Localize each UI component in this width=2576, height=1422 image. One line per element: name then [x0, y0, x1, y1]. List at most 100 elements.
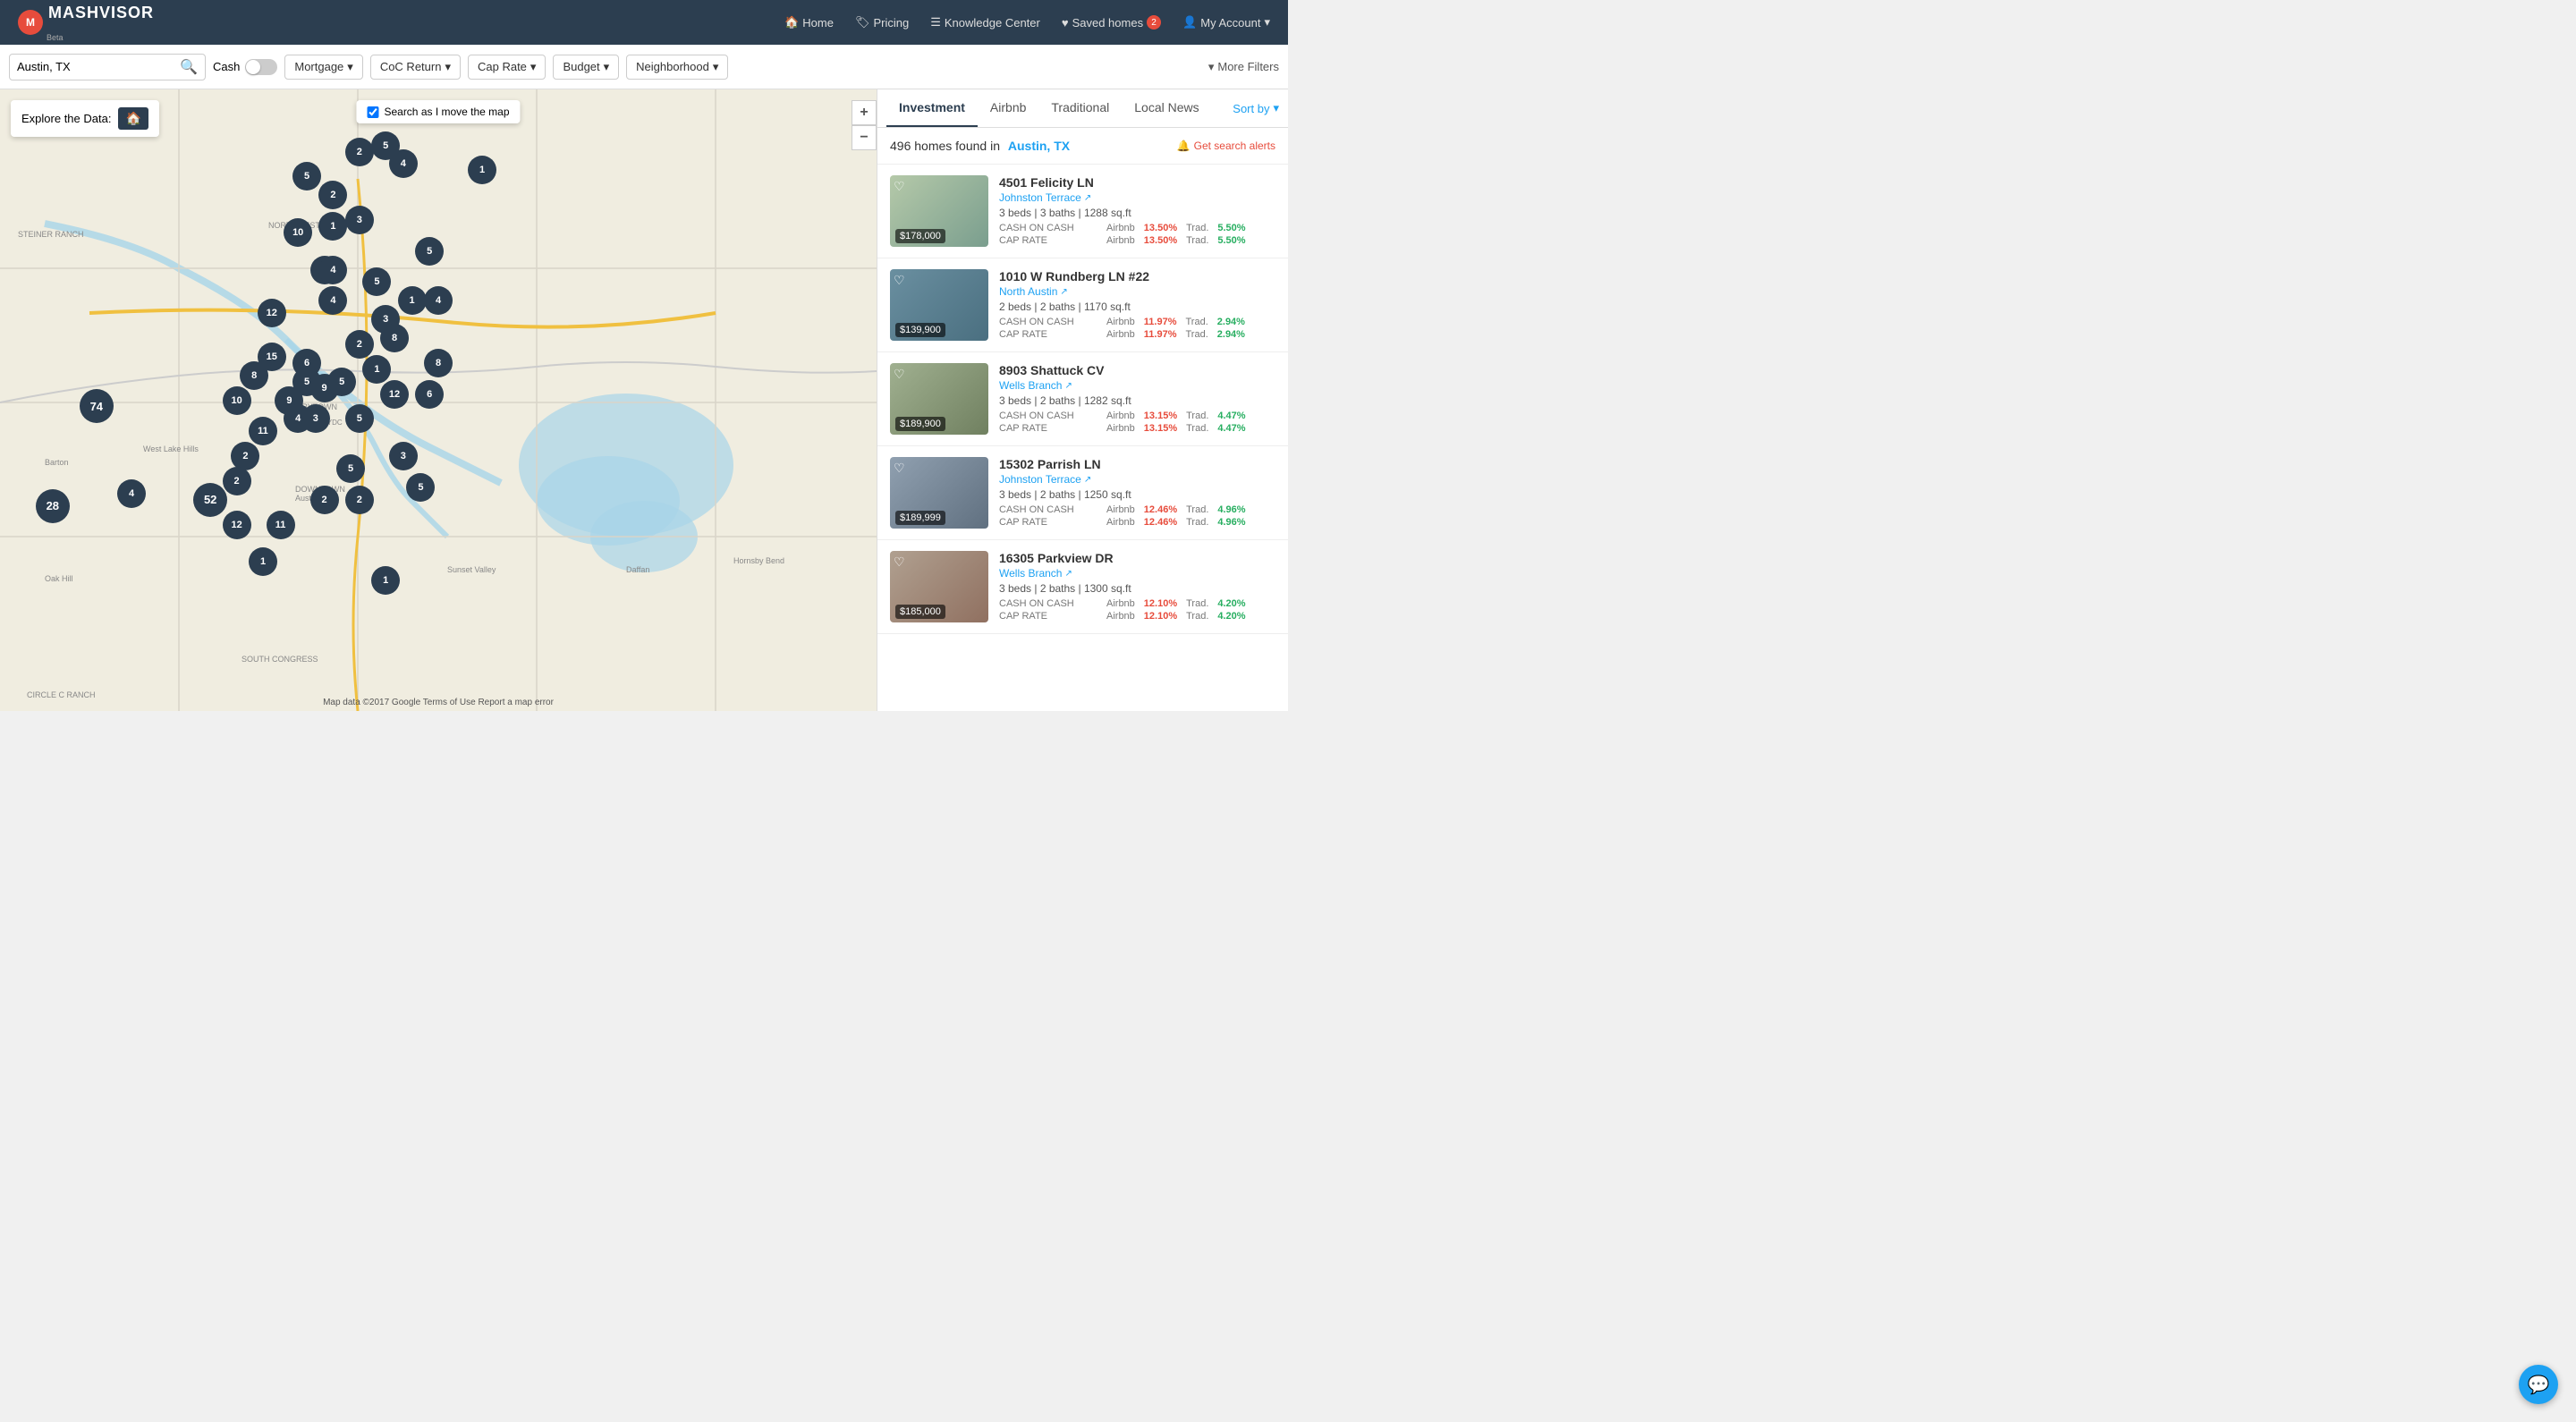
listing-neighborhood[interactable]: Johnston Terrace ↗: [999, 191, 1275, 204]
map-cluster[interactable]: 2: [345, 330, 374, 359]
heart-btn[interactable]: ♡: [894, 179, 905, 194]
map-cluster[interactable]: 1: [371, 566, 400, 595]
coc-return-filter[interactable]: CoC Return ▾: [370, 55, 461, 80]
heart-btn[interactable]: ♡: [894, 461, 905, 476]
map-cluster[interactable]: 12: [223, 511, 251, 539]
map-cluster[interactable]: 1: [318, 212, 347, 241]
map-cluster[interactable]: 2: [345, 486, 374, 514]
map-cluster[interactable]: 5: [345, 404, 374, 433]
search-move-checkbox[interactable]: [367, 106, 378, 118]
cash-on-cash-label: CASH ON CASH: [999, 504, 1106, 515]
sort-by-btn[interactable]: Sort by ▾: [1233, 101, 1279, 115]
tab-local-news[interactable]: Local News: [1122, 89, 1211, 127]
listing-card[interactable]: $185,000 ♡ 16305 Parkview DR Wells Branc…: [877, 540, 1288, 634]
map-cluster[interactable]: 6: [292, 349, 321, 377]
neighborhood-filter[interactable]: Neighborhood ▾: [626, 55, 728, 80]
listing-neighborhood[interactable]: Johnston Terrace ↗: [999, 473, 1275, 486]
search-input[interactable]: [17, 60, 174, 73]
cap-rate-values: Airbnb 13.15% Trad. 4.47%: [1106, 423, 1275, 434]
listing-card[interactable]: $189,900 ♡ 8903 Shattuck CV Wells Branch…: [877, 352, 1288, 446]
logo-beta: Beta: [47, 33, 154, 42]
mortgage-filter[interactable]: Mortgage ▾: [284, 55, 362, 80]
map-cluster[interactable]: 10: [223, 386, 251, 415]
map-cluster[interactable]: 2: [318, 181, 347, 209]
map-cluster[interactable]: 11: [267, 511, 295, 539]
map-cluster[interactable]: 4: [284, 404, 312, 433]
listing-card[interactable]: $189,999 ♡ 15302 Parrish LN Johnston Ter…: [877, 446, 1288, 540]
airbnb-label: Airbnb: [1106, 317, 1135, 327]
map-cluster[interactable]: 12: [380, 380, 409, 409]
trad-cap: 4.20%: [1217, 611, 1245, 622]
map-cluster[interactable]: 2: [345, 138, 374, 166]
budget-filter[interactable]: Budget ▾: [553, 55, 619, 80]
chevron-down-icon: ▾: [1273, 101, 1279, 115]
listing-card[interactable]: $139,900 ♡ 1010 W Rundberg LN #22 North …: [877, 258, 1288, 352]
map-cluster[interactable]: 12: [258, 299, 286, 327]
zoom-in-btn[interactable]: +: [852, 100, 877, 125]
map-cluster[interactable]: 5: [362, 267, 391, 296]
map-cluster[interactable]: 2: [223, 467, 251, 495]
map-cluster[interactable]: 5: [292, 162, 321, 190]
search-icon: 🔍: [180, 58, 198, 76]
map-cluster[interactable]: 1: [468, 156, 496, 184]
home-view-btn[interactable]: 🏠: [118, 107, 148, 130]
chat-bubble[interactable]: 💬: [2519, 1365, 2558, 1404]
map-cluster[interactable]: 4: [424, 286, 453, 315]
map-cluster[interactable]: 3: [345, 206, 374, 234]
map-cluster[interactable]: 8: [380, 324, 409, 352]
map-cluster[interactable]: 1: [249, 547, 277, 576]
cap-rate-filter[interactable]: Cap Rate ▾: [468, 55, 546, 80]
map-cluster[interactable]: 8: [240, 361, 268, 390]
logo-area: M MASHVISOR Beta: [18, 4, 154, 42]
alert-btn[interactable]: 🔔 Get search alerts: [1177, 140, 1275, 152]
map-cluster[interactable]: 4: [389, 149, 418, 178]
map-cluster[interactable]: 3: [389, 442, 418, 470]
map-cluster[interactable]: 8: [424, 349, 453, 377]
map-cluster[interactable]: 4: [318, 256, 347, 284]
search-box[interactable]: 🔍: [9, 54, 206, 80]
map-cluster[interactable]: 74: [80, 389, 114, 423]
map-area[interactable]: STEINER RANCH NORTHWEST HILLS West Lake …: [0, 89, 877, 711]
map-cluster[interactable]: 5: [327, 368, 356, 396]
map-cluster[interactable]: 2: [310, 486, 339, 514]
tab-investment[interactable]: Investment: [886, 89, 978, 127]
listing-neighborhood[interactable]: North Austin ↗: [999, 285, 1275, 298]
cash-on-cash-label: CASH ON CASH: [999, 317, 1106, 327]
map-cluster[interactable]: 4: [318, 286, 347, 315]
tab-airbnb[interactable]: Airbnb: [978, 89, 1038, 127]
cash-toggle[interactable]: [245, 59, 277, 75]
nav-pricing[interactable]: 🏷 Pricing: [855, 15, 909, 30]
tab-traditional[interactable]: Traditional: [1038, 89, 1122, 127]
listing-neighborhood[interactable]: Wells Branch ↗: [999, 567, 1275, 580]
trad-label: Trad.: [1186, 317, 1208, 327]
map-cluster[interactable]: 10: [284, 218, 312, 247]
map-cluster[interactable]: 11: [249, 417, 277, 445]
nav-saved[interactable]: ♥ Saved homes 2: [1062, 15, 1161, 30]
map-cluster[interactable]: 6: [415, 380, 444, 409]
chevron-down-icon: ▾: [713, 60, 719, 74]
heart-btn[interactable]: ♡: [894, 273, 905, 288]
svg-text:Daffan: Daffan: [626, 565, 649, 574]
trad-label: Trad.: [1186, 504, 1208, 515]
nav-home[interactable]: 🏠 Home: [784, 15, 834, 30]
zoom-out-btn[interactable]: −: [852, 125, 877, 150]
nav-account[interactable]: 👤 My Account ▾: [1182, 15, 1270, 30]
map-cluster[interactable]: 52: [193, 483, 227, 517]
map-cluster[interactable]: 28: [36, 489, 70, 523]
chevron-down-icon: ▾: [604, 60, 610, 74]
map-cluster[interactable]: 1: [362, 355, 391, 384]
listing-card[interactable]: $178,000 ♡ 4501 Felicity LN Johnston Ter…: [877, 165, 1288, 258]
chevron-down-icon: ▾: [1208, 60, 1215, 74]
listing-neighborhood[interactable]: Wells Branch ↗: [999, 379, 1275, 392]
listing-specs: 3 beds | 2 baths | 1282 sq.ft: [999, 394, 1275, 407]
nav-knowledge[interactable]: ☰ Knowledge Center: [930, 15, 1040, 30]
map-cluster[interactable]: 5: [415, 237, 444, 266]
heart-btn[interactable]: ♡: [894, 554, 905, 570]
map-cluster[interactable]: 1: [398, 286, 427, 315]
more-filters-btn[interactable]: ▾ More Filters: [1208, 60, 1279, 74]
map-cluster[interactable]: 4: [117, 479, 146, 508]
heart-btn[interactable]: ♡: [894, 367, 905, 382]
map-cluster[interactable]: 5: [406, 473, 435, 502]
map-cluster[interactable]: 5: [336, 454, 365, 483]
airbnb-label-2: Airbnb: [1106, 611, 1135, 622]
